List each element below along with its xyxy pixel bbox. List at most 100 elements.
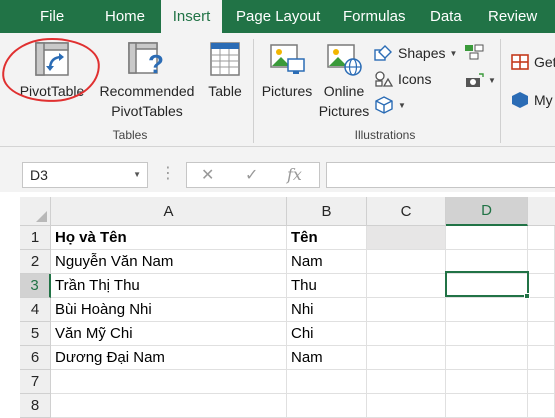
table-cell[interactable] [528,346,555,370]
table-cell[interactable] [446,298,528,322]
tab-page-layout[interactable]: Page Layout [226,0,330,33]
recommended-label-line1: Recommended [99,83,195,99]
table-cell[interactable] [446,322,528,346]
get-addins-button[interactable]: Get [510,51,555,73]
table-cell[interactable] [367,274,446,298]
insert-function-icon[interactable]: fx [287,165,302,184]
tab-insert[interactable]: Insert [161,0,222,33]
row-header-7[interactable]: 7 [20,370,51,394]
table-cell[interactable] [528,250,555,274]
active-cell-d3[interactable] [445,271,529,297]
shapes-button[interactable]: Shapes ▼ [374,42,457,64]
table-cell[interactable] [367,250,446,274]
row-header-3[interactable]: 3 [20,274,51,298]
name-box[interactable]: D3 ▼ [22,162,148,188]
tab-formulas[interactable]: Formulas [333,0,416,33]
worksheet-grid: A B C D 1 Họ và Tên Tên 2 Nguyễn Văn Nam Nam 3… [0,197,555,418]
table-cell[interactable]: Tên [287,226,367,250]
row-header-5[interactable]: 5 [20,322,51,346]
pictures-button[interactable]: Pictures [258,41,316,101]
table-cell[interactable] [528,274,555,298]
recommended-pivottables-button[interactable]: ? Recommended PivotTables [96,41,198,125]
table-cell[interactable]: Bùi Hoàng Nhi [51,298,287,322]
name-box-value: D3 [30,167,48,183]
table-cell[interactable]: Nguyễn Văn Nam [51,250,287,274]
online-pictures-label-line2: Pictures [318,103,370,119]
table-cell[interactable] [287,370,367,394]
screenshot-button[interactable]: ▼ [464,69,496,91]
table-cell[interactable] [51,394,287,418]
online-pictures-label-line1: Online [323,83,365,99]
row-header-8[interactable]: 8 [20,394,51,418]
table-cell[interactable] [446,226,528,250]
row-header-1[interactable]: 1 [20,226,51,250]
table-cell[interactable]: Chi [287,322,367,346]
table-cell[interactable]: Nam [287,346,367,370]
table-cell[interactable] [446,346,528,370]
store-icon [511,54,529,70]
pictures-label: Pictures [261,83,313,99]
tables-group-label: Tables [112,128,148,142]
table-cell[interactable] [528,322,555,346]
table-cell[interactable] [528,394,555,418]
table-cell[interactable] [367,298,446,322]
table-cell[interactable] [446,394,528,418]
tab-data[interactable]: Data [420,0,472,33]
formula-bar-grip[interactable]: ⋮ [160,166,176,184]
group-separator [500,39,501,143]
table-cell[interactable] [528,226,555,250]
get-addins-label: Get [534,54,555,70]
table-cell[interactable]: Nhi [287,298,367,322]
tab-home[interactable]: Home [95,0,155,33]
table-cell[interactable] [528,370,555,394]
table-cell[interactable]: Dương Đại Nam [51,346,287,370]
screenshot-icon [466,73,484,87]
chevron-down-icon[interactable]: ▼ [133,163,141,187]
table-cell[interactable] [367,394,446,418]
row-header-6[interactable]: 6 [20,346,51,370]
formula-input[interactable] [326,162,555,188]
column-header-b[interactable]: B [287,197,367,226]
table-cell[interactable]: Văn Mỹ Chi [51,322,287,346]
my-addins-label: My [534,92,553,108]
table-cell[interactable] [367,346,446,370]
icons-label: Icons [398,71,432,87]
my-addins-button[interactable]: My [510,89,553,111]
table-cell[interactable] [287,394,367,418]
recommended-pivottables-icon: ? [128,42,164,77]
chevron-down-icon: ▼ [488,75,496,85]
row-header-4[interactable]: 4 [20,298,51,322]
enter-icon[interactable]: ✓ [245,165,258,185]
table-cell[interactable] [367,322,446,346]
table-cell[interactable]: Họ và Tên [51,226,287,250]
table-cell[interactable] [528,298,555,322]
column-header-e[interactable] [528,197,555,226]
tab-review[interactable]: Review [478,0,547,33]
column-header-c[interactable]: C [367,197,446,226]
table-button[interactable]: Table [202,41,248,101]
group-separator [253,39,254,143]
smartart-icon[interactable] [464,44,484,60]
column-header-a[interactable]: A [51,197,287,226]
formula-bar: D3 ▼ ⋮ ✕ ✓ fx [0,162,555,192]
table-label: Table [208,83,242,99]
fill-handle[interactable] [524,293,530,299]
cancel-icon[interactable]: ✕ [201,165,214,185]
table-cell[interactable] [446,370,528,394]
3d-models-button[interactable]: ▼ [374,94,406,116]
select-all-button[interactable] [20,197,51,226]
table-icon [210,42,240,76]
table-cell[interactable] [367,370,446,394]
icons-button[interactable]: Icons [374,68,431,90]
table-cell[interactable]: Nam [287,250,367,274]
table-cell[interactable] [367,226,446,250]
online-pictures-button[interactable]: Online Pictures [316,41,372,125]
table-cell[interactable]: Thu [287,274,367,298]
table-cell[interactable] [51,370,287,394]
recommended-label-line2: PivotTables [111,103,183,119]
column-header-d[interactable]: D [446,197,528,226]
tab-file[interactable]: File [30,0,74,33]
ribbon-gap [0,147,555,162]
table-cell[interactable]: Trần Thị Thu [51,274,287,298]
row-header-2[interactable]: 2 [20,250,51,274]
